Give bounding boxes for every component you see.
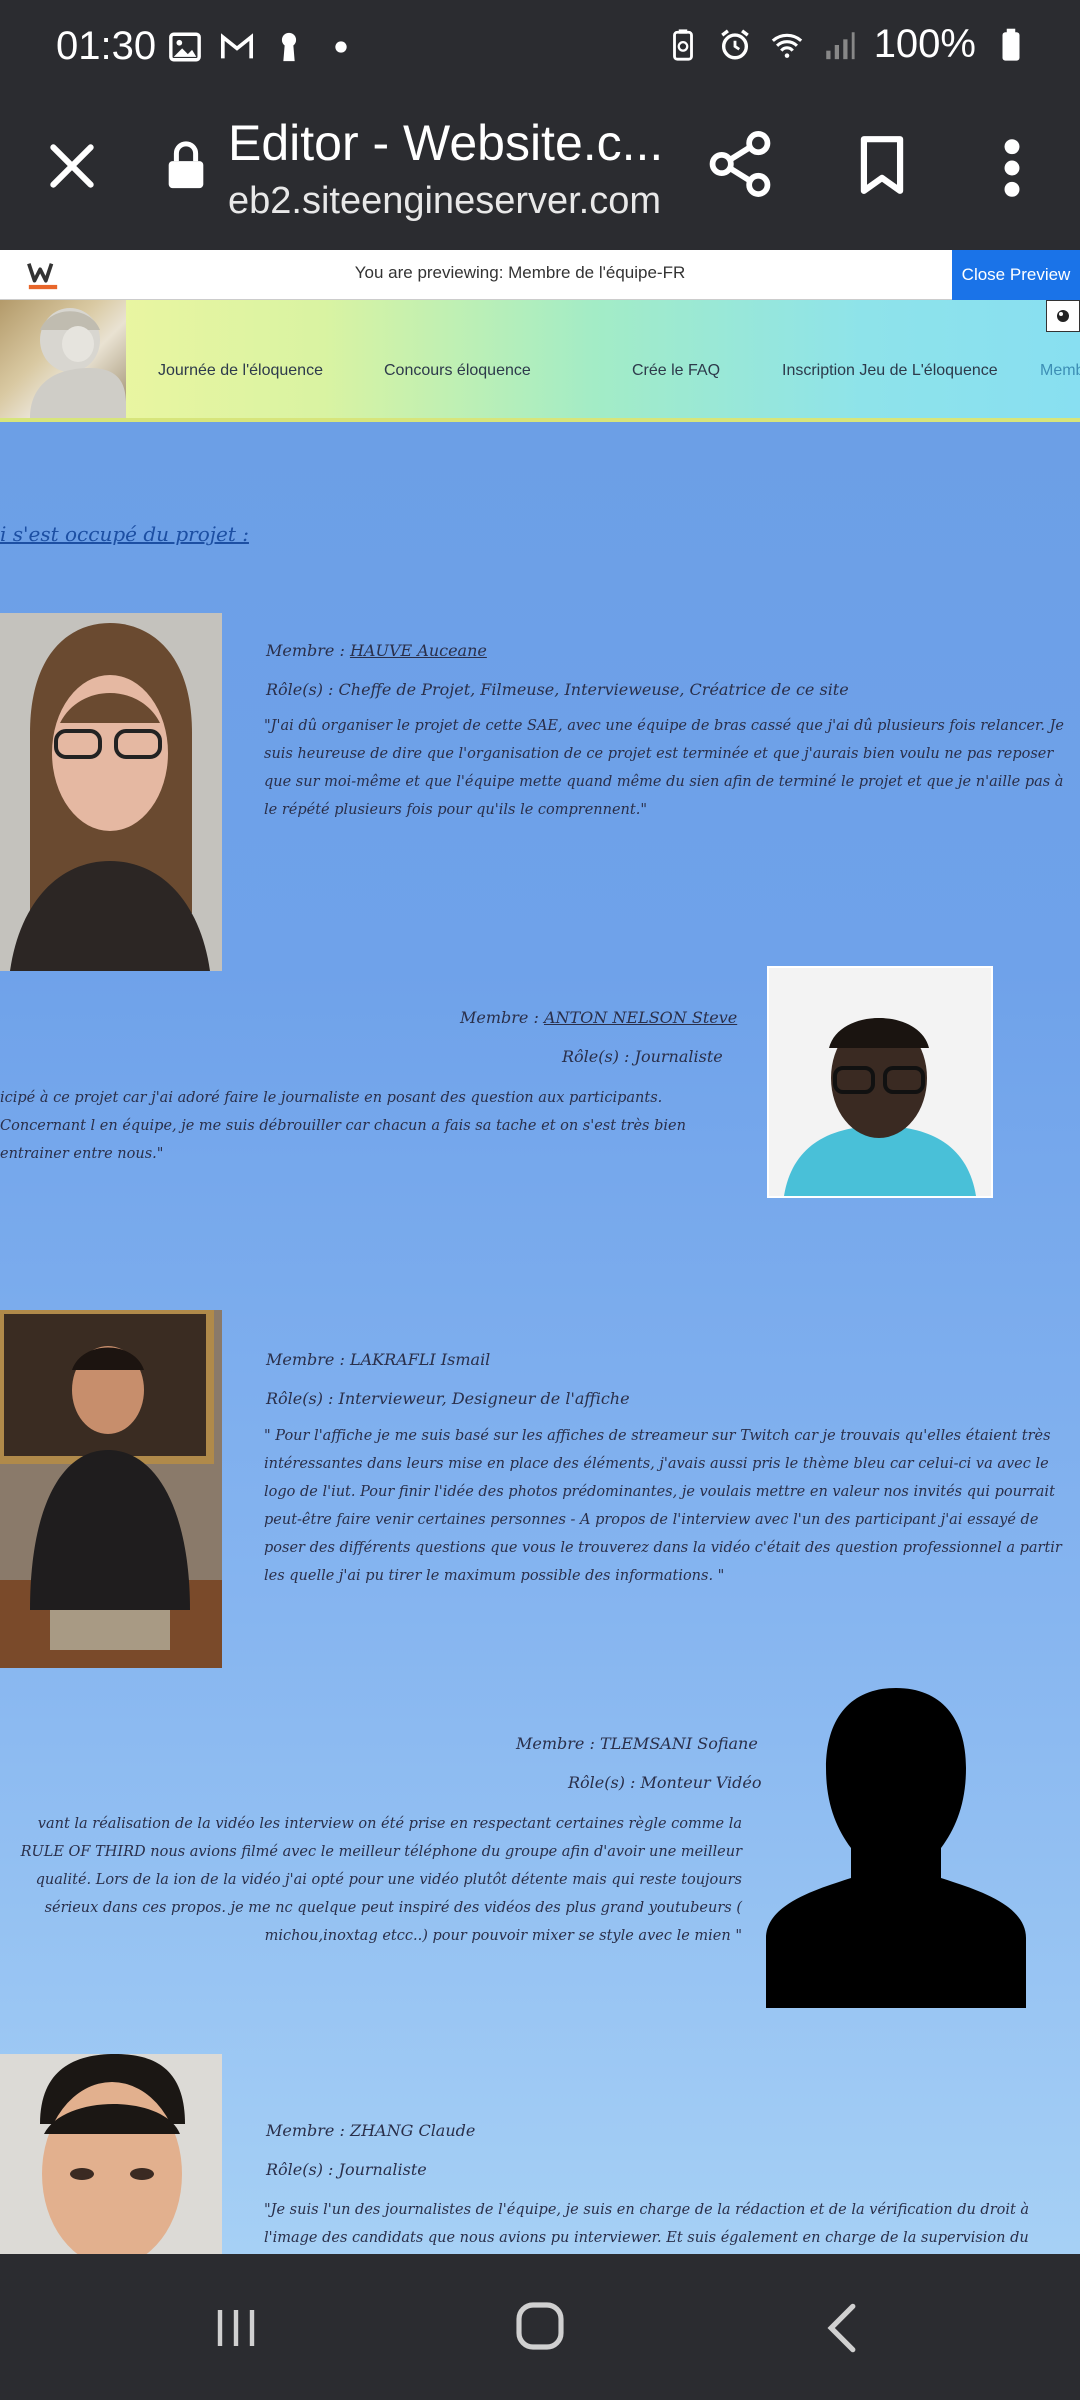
member-quote-anton: icipé à ce projet car j'ai adoré faire l… — [0, 1090, 686, 1162]
member-quote-hauve: "J'ai dû organiser le projet de cette SA… — [264, 718, 1064, 818]
status-time: 01:30 — [56, 24, 157, 68]
member-quote-zhang: "Je suis l'un des journalistes de l'équi… — [264, 2202, 1030, 2246]
page-title[interactable]: Editor - Website.c... — [228, 114, 663, 172]
member-role-lakrafli: Rôle(s) : Intervieweur, Designeur de l'a… — [266, 1389, 630, 1408]
member-photo-zhang — [0, 2054, 222, 2254]
member-name-tlemsani: Membre : TLEMSANI Sofiane — [516, 1734, 758, 1753]
signal-icon — [825, 31, 855, 59]
member-role-hauve: Rôle(s) : Cheffe de Projet, Filmeuse, In… — [266, 680, 849, 699]
member-photo-lakrafli — [0, 1310, 222, 1668]
member-name-prefix: Membre : — [516, 1734, 600, 1753]
globe-icon — [1057, 310, 1069, 322]
battery-icon — [1002, 28, 1020, 61]
member-name-prefix: Membre : — [266, 2121, 350, 2140]
member-role-anton: Rôle(s) : Journaliste — [562, 1047, 723, 1066]
close-preview-button[interactable]: Close Preview — [952, 250, 1080, 300]
main-content: i s'est occupé du projet : Membre : HAUV… — [0, 422, 1080, 2254]
member-name-zhang: Membre : ZHANG Claude — [266, 2121, 475, 2140]
member-name-hauve: Membre : HAUVE Auceane — [266, 641, 487, 660]
page-url[interactable]: eb2.siteengineserver.com — [228, 180, 661, 223]
nav-item-concours[interactable]: Concours éloquence — [384, 362, 531, 380]
preview-bar: You are previewing: Membre de l'équipe-F… — [0, 250, 1080, 300]
section-heading[interactable]: i s'est occupé du projet : — [0, 522, 249, 546]
status-right: 100% — [666, 22, 1028, 67]
member-name-prefix: Membre : — [266, 1350, 350, 1369]
preview-notice: You are previewing: Membre de l'équipe-F… — [354, 263, 686, 282]
language-button[interactable] — [1046, 300, 1080, 332]
site-logo-statue[interactable] — [0, 300, 126, 418]
nav-item-membre[interactable]: Memb — [1040, 362, 1080, 380]
nav-item-faq[interactable]: Crée le FAQ — [632, 362, 720, 380]
member-name-text: LAKRAFLI Ismail — [349, 1350, 491, 1369]
member-role-tlemsani: Rôle(s) : Monteur Vidéo — [568, 1773, 762, 1792]
member-photo-anton — [767, 966, 993, 1198]
wifi-icon — [771, 33, 802, 58]
recent-apps-button[interactable] — [212, 2304, 260, 2352]
bookmark-button[interactable] — [858, 134, 906, 196]
status-left-icons — [168, 30, 358, 64]
member-quote-tlemsani: vant la réalisation de la vidéo les inte… — [20, 1816, 742, 1944]
member-photo-tlemsani-placeholder — [766, 1688, 1026, 2008]
image-icon — [169, 32, 201, 62]
member-name-prefix: Membre : — [460, 1008, 544, 1027]
browser-toolbar: Editor - Website.c... eb2.siteengineserv… — [0, 100, 1080, 250]
member-name-anton: Membre : ANTON NELSON Steve — [460, 1008, 737, 1027]
battery-saver-icon — [672, 28, 693, 61]
back-button[interactable] — [824, 2302, 860, 2354]
keyhole-icon — [281, 32, 297, 62]
gmail-icon — [220, 33, 254, 59]
member-role-zhang: Rôle(s) : Journaliste — [266, 2160, 427, 2179]
member-name-text: ZHANG Claude — [349, 2121, 476, 2140]
nav-item-inscription[interactable]: Inscription Jeu de L'éloquence — [782, 362, 998, 380]
person-silhouette-icon — [766, 1688, 1026, 2008]
share-button[interactable] — [708, 130, 772, 198]
member-name-text: TLEMSANI Sofiane — [599, 1734, 758, 1753]
lock-icon[interactable] — [166, 140, 206, 190]
member-name-link[interactable]: HAUVE Auceane — [350, 641, 487, 660]
close-tab-button[interactable] — [44, 138, 100, 194]
nav-item-journee[interactable]: Journée de l'éloquence — [158, 362, 323, 380]
member-quote-lakrafli: " Pour l'affiche je me suis basé sur les… — [264, 1428, 1062, 1584]
home-button[interactable] — [512, 2298, 568, 2354]
alarm-icon — [720, 28, 749, 59]
member-name-lakrafli: Membre : LAKRAFLI Ismail — [266, 1350, 490, 1369]
member-name-link[interactable]: ANTON NELSON Steve — [544, 1008, 737, 1027]
more-menu-button[interactable] — [998, 136, 1026, 200]
status-bar: 01:30 100% — [0, 0, 1080, 100]
site-nav: Journée de l'éloquence Concours éloquenc… — [0, 300, 1080, 422]
battery-percent: 100% — [873, 22, 976, 66]
member-name-prefix: Membre : — [266, 641, 350, 660]
dot-icon — [335, 41, 347, 53]
android-nav-bar — [0, 2254, 1080, 2400]
member-photo-hauve — [0, 613, 222, 971]
